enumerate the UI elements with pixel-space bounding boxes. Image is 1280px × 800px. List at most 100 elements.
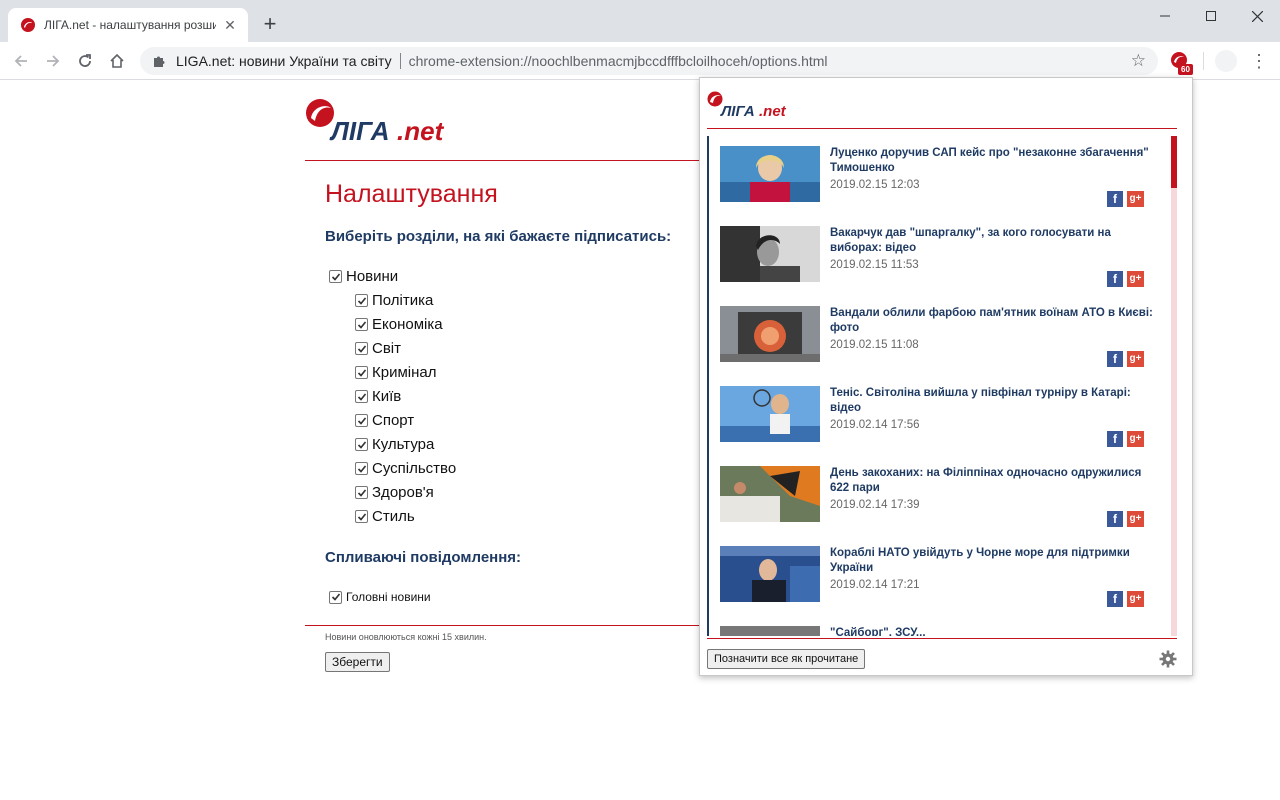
checkbox-category[interactable]: Суспільство [355,460,456,477]
news-thumbnail[interactable] [720,226,820,282]
checkbox-category[interactable]: Світ [355,340,401,357]
svg-text:ЛІГА: ЛІГА [329,116,390,144]
news-date: 2019.02.15 11:08 [830,339,919,351]
address-bar[interactable]: LIGA.net: новини України та світу chrome… [140,47,1158,75]
svg-text:.net: .net [397,116,445,144]
tab-strip: ЛІГА.net - налаштування розши ✕ + [0,0,1280,42]
new-tab-button[interactable]: + [258,13,282,37]
checkbox-box[interactable] [355,294,368,307]
checkbox-box[interactable] [355,486,368,499]
news-thumbnail[interactable] [720,306,820,362]
news-item[interactable]: Вакарчук дав "шпаргалку", за кого голосу… [720,226,1160,306]
news-thumbnail[interactable] [720,546,820,602]
checkbox-category[interactable]: Здоров'я [355,484,434,501]
omnibox-url: chrome-extension://noochlbenmacmjbccdfff… [408,53,828,69]
news-title[interactable]: Теніс. Світоліна вийшла у півфінал турні… [830,386,1155,416]
scrollbar-thumb[interactable] [1171,136,1177,188]
checkbox-category[interactable]: Стиль [355,508,415,525]
update-note: Новини оновлюються кожні 15 хвилин. [325,632,487,642]
popup-liga-logo: ЛІГА .net [707,91,787,118]
news-title[interactable]: Луценко доручив САП кейс про "незаконне … [830,146,1155,176]
checkbox-box[interactable] [355,414,368,427]
news-thumbnail[interactable] [720,386,820,442]
checkbox-box[interactable] [355,318,368,331]
reload-icon[interactable] [72,48,98,74]
checkbox-box[interactable] [355,438,368,451]
bookmark-star-icon[interactable]: ☆ [1131,52,1146,70]
news-date: 2019.02.15 12:03 [830,179,920,191]
checkbox-label: Головні новини [346,590,431,604]
minimize-icon[interactable] [1142,0,1188,32]
checkbox-label: Культура [372,436,435,453]
checkbox-box[interactable] [355,366,368,379]
checkbox-box[interactable] [329,270,342,283]
news-title[interactable]: Вандали облили фарбою пам'ятник воїнам А… [830,306,1155,336]
window-close-icon[interactable] [1234,0,1280,32]
back-arrow-icon[interactable] [8,48,34,74]
browser-tab[interactable]: ЛІГА.net - налаштування розши ✕ [8,8,248,42]
checkbox-label: Світ [372,340,402,357]
forward-arrow-icon[interactable] [40,48,66,74]
google-plus-share-icon[interactable]: g+ [1127,431,1144,447]
google-plus-share-icon[interactable]: g+ [1127,271,1144,287]
save-button[interactable]: Зберегти [325,652,390,672]
news-title[interactable]: "Сайборг". ЗСУ... [830,626,1155,636]
news-item[interactable]: Вандали облили фарбою пам'ятник воїнам А… [720,306,1160,386]
checkbox-category[interactable]: Київ [355,388,401,405]
checkbox-category[interactable]: Кримінал [355,364,436,381]
google-plus-share-icon[interactable]: g+ [1127,511,1144,527]
google-plus-share-icon[interactable]: g+ [1127,191,1144,207]
facebook-share-icon[interactable]: f [1107,431,1123,447]
news-item[interactable]: "Сайборг". ЗСУ... fg+ [720,626,1160,636]
facebook-share-icon[interactable]: f [1107,351,1123,367]
svg-text:.net: .net [759,103,787,118]
checkbox-box[interactable] [329,590,342,604]
mark-all-read-button[interactable]: Позначити все як прочитане [707,649,866,669]
liga-favicon-icon [21,18,35,32]
checkbox-label: Київ [372,388,402,405]
gear-icon[interactable] [1159,650,1177,668]
home-icon[interactable] [104,48,130,74]
tab-close-icon[interactable]: ✕ [222,17,238,33]
checkbox-label: Економіка [372,316,443,333]
profile-avatar[interactable] [1215,50,1237,72]
news-date: 2019.02.14 17:21 [830,579,920,591]
news-item[interactable]: Кораблі НАТО увійдуть у Чорне море для п… [720,546,1160,626]
omnibox-site-name: LIGA.net: новини України та світу [176,53,392,69]
checkbox-box[interactable] [355,462,368,475]
scrollbar-track[interactable] [1171,136,1177,636]
checkbox-box[interactable] [355,390,368,403]
news-item[interactable]: Теніс. Світоліна вийшла у півфінал турні… [720,386,1160,466]
menu-kebab-icon[interactable]: ⋮ [1250,50,1268,72]
checkbox-category[interactable]: Економіка [355,316,443,333]
facebook-share-icon[interactable]: f [1107,191,1123,207]
page-title: Налаштування [325,180,498,208]
checkbox-label: Стиль [372,508,415,525]
news-title[interactable]: Кораблі НАТО увійдуть у Чорне море для п… [830,546,1155,576]
facebook-share-icon[interactable]: f [1107,511,1123,527]
checkbox-box[interactable] [355,342,368,355]
news-item[interactable]: Луценко доручив САП кейс про "незаконне … [720,146,1160,226]
news-thumbnail[interactable] [720,146,820,202]
news-item[interactable]: День закоханих: на Філіппінах одночасно … [720,466,1160,546]
google-plus-share-icon[interactable]: g+ [1127,351,1144,367]
header-divider [305,160,725,161]
news-date: 2019.02.14 17:39 [830,499,920,511]
news-list[interactable]: Луценко доручив САП кейс про "незаконне … [707,136,1177,636]
news-title[interactable]: День закоханих: на Філіппінах одночасно … [830,466,1155,496]
checkbox-label: Новини [346,268,399,285]
news-thumbnail[interactable] [720,466,820,522]
checkbox-main-news[interactable]: Головні новини [329,590,431,604]
checkbox-box[interactable] [355,510,368,523]
checkbox-news[interactable]: Новини [329,268,398,285]
facebook-share-icon[interactable]: f [1107,591,1123,607]
popup-top-divider [707,128,1177,129]
facebook-share-icon[interactable]: f [1107,271,1123,287]
google-plus-share-icon[interactable]: g+ [1127,591,1144,607]
checkbox-category[interactable]: Культура [355,436,434,453]
checkbox-category[interactable]: Політика [355,292,433,309]
maximize-icon[interactable] [1188,0,1234,32]
news-thumbnail[interactable] [720,626,820,636]
news-title[interactable]: Вакарчук дав "шпаргалку", за кого голосу… [830,226,1155,256]
checkbox-category[interactable]: Спорт [355,412,414,429]
